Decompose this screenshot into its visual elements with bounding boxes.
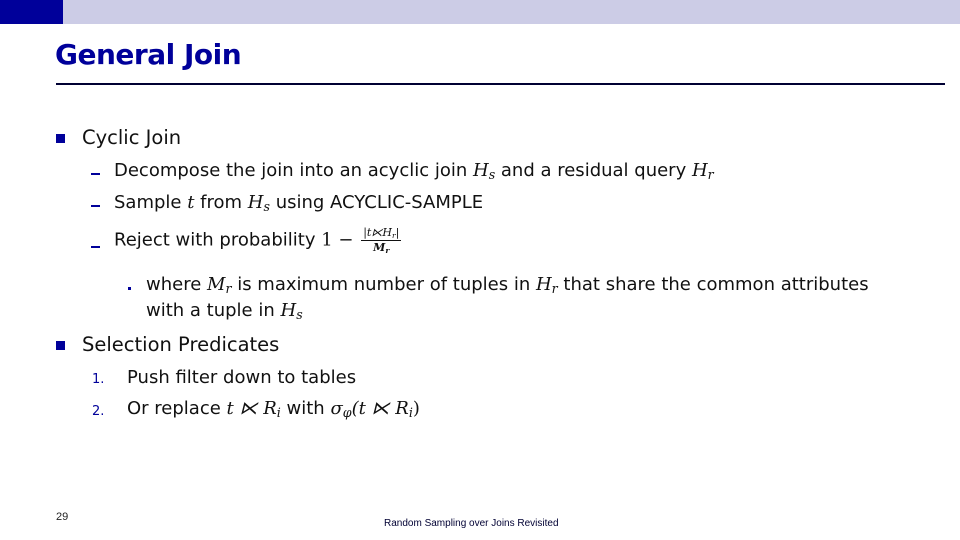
bullet-cyclic-join: Cyclic Join [82, 126, 182, 149]
dash-bullet-icon [91, 173, 100, 175]
selection-item-replace: Or replace t ⋉ Ri with σφ(t ⋉ Ri) [127, 398, 420, 421]
subitem-reject: Reject with probability 1 − |t⋉Hr| Mr [114, 226, 402, 255]
bullet-selection-predicates: Selection Predicates [82, 333, 280, 356]
dot-bullet-icon [128, 287, 131, 290]
selection-item-push-filter: Push filter down to tables [127, 367, 357, 388]
square-bullet-icon [56, 341, 65, 350]
rejection-fraction: |t⋉Hr| Mr [361, 226, 402, 255]
subitem-sample: Sample t from Hs using ACYCLIC-SAMPLE [114, 192, 484, 215]
page-number: 29 [56, 511, 69, 523]
slide-body: Cyclic Join Decompose the join into an a… [0, 0, 960, 540]
footer-title: Random Sampling over Joins Revisited [384, 518, 559, 529]
subsubitem-where-line2: with a tuple in Hs [146, 300, 303, 323]
square-bullet-icon [56, 134, 65, 143]
dash-bullet-icon [91, 205, 100, 207]
subsubitem-where: where Mr is maximum number of tuples in … [146, 274, 869, 297]
dash-bullet-icon [91, 246, 100, 248]
list-number: 2. [92, 404, 105, 419]
subitem-decompose: Decompose the join into an acyclic join … [114, 160, 714, 183]
list-number: 1. [92, 372, 105, 387]
